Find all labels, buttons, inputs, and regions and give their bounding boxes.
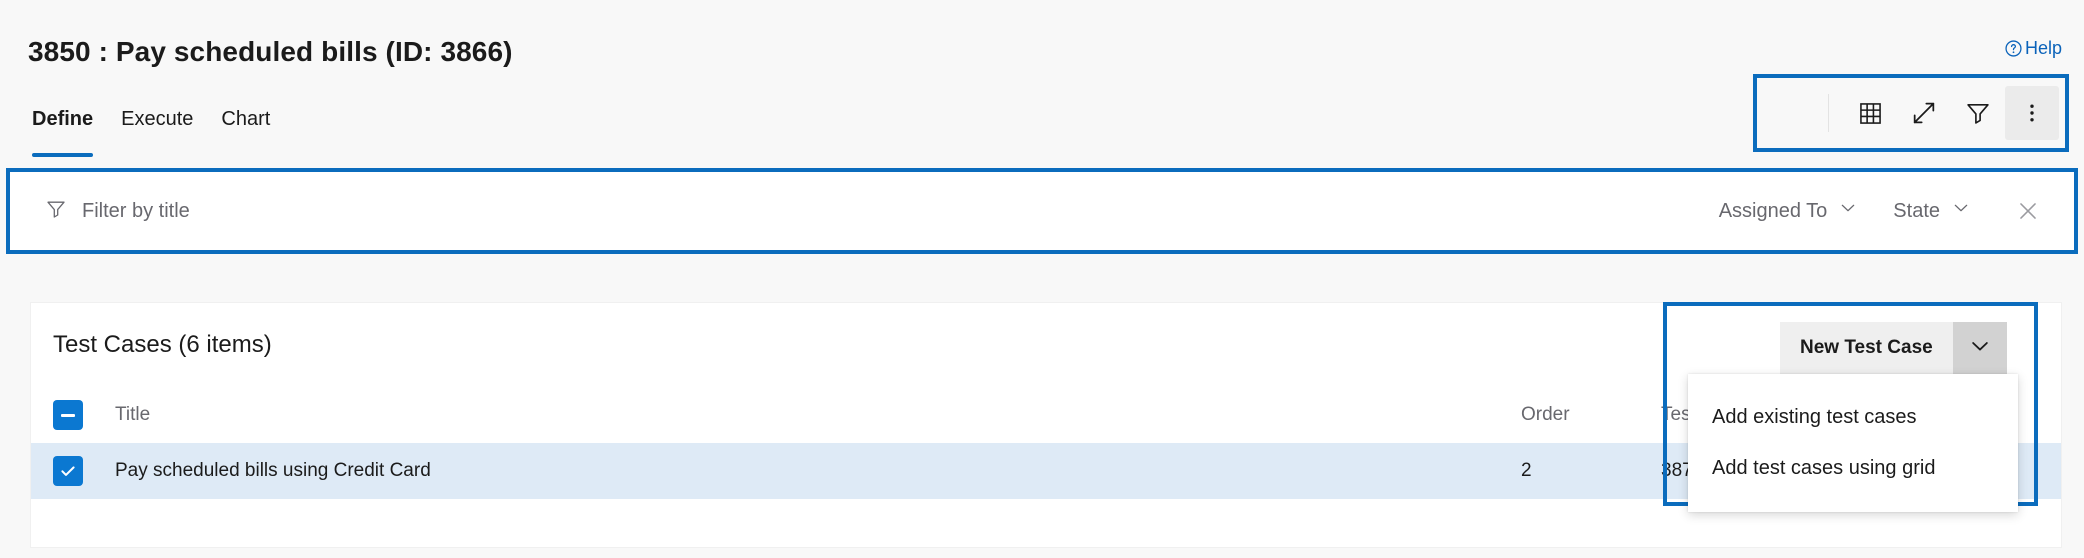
expand-icon[interactable] [1897,86,1951,140]
menu-item-add-test-cases-using-grid[interactable]: Add test cases using grid [1688,443,2018,494]
page-title: 3850 : Pay scheduled bills (ID: 3866) [28,36,513,67]
filter-input-wrap [44,197,1701,226]
filter-pickers: Assigned To State [1701,189,2050,233]
help-link[interactable]: Help [2005,38,2062,59]
question-circle-icon [2005,40,2022,57]
row-checkbox[interactable] [53,456,83,486]
menu-item-add-existing-test-cases[interactable]: Add existing test cases [1688,392,2018,443]
indeterminate-dash-icon [61,413,75,417]
tab-list: Define Execute Chart [26,108,284,157]
row-title: Pay scheduled bills using Credit Card [115,460,431,481]
state-picker[interactable]: State [1875,191,1988,231]
filter-funnel-icon [44,197,68,226]
grid-view-icon[interactable] [1843,86,1897,140]
filter-input[interactable] [82,199,1701,223]
new-test-case-split-button: New Test Case [1780,322,2007,374]
select-all-checkbox[interactable] [53,400,83,430]
help-label: Help [2024,38,2062,58]
column-header-title[interactable]: Title [115,404,1521,426]
new-test-case-button[interactable]: New Test Case [1780,322,1953,374]
select-all-checkbox-cell [53,400,115,430]
card-title: Test Cases (6 items) [53,331,272,358]
page-root: 3850 : Pay scheduled bills (ID: 3866) He… [0,0,2084,558]
tab-define[interactable]: Define [26,108,107,157]
tab-chart[interactable]: Chart [207,108,284,131]
filter-bar: Assigned To State [10,172,2074,250]
filter-icon[interactable] [1951,86,2005,140]
assigned-to-label: Assigned To [1718,199,1828,222]
assigned-to-picker[interactable]: Assigned To [1701,191,1876,231]
check-icon [61,466,75,476]
toolbar-divider [1828,94,1829,132]
chevron-down-icon [1952,199,1970,223]
row-checkbox-cell [53,456,115,486]
more-options-icon[interactable] [2005,86,2059,140]
state-label: State [1893,199,1940,222]
column-header-order[interactable]: Order [1521,404,1661,426]
toolbar [1757,78,2065,148]
row-order: 2 [1521,460,1532,481]
toolbar-highlight-box [1753,74,2069,152]
tab-execute[interactable]: Execute [107,108,207,131]
chevron-down-icon [1969,335,1991,362]
close-icon[interactable] [2006,189,2050,233]
new-test-case-caret-button[interactable] [1952,322,2007,374]
chevron-down-icon [1839,199,1857,223]
filter-bar-highlight-box: Assigned To State [6,168,2078,254]
new-test-case-menu: Add existing test cases Add test cases u… [1688,374,2018,512]
